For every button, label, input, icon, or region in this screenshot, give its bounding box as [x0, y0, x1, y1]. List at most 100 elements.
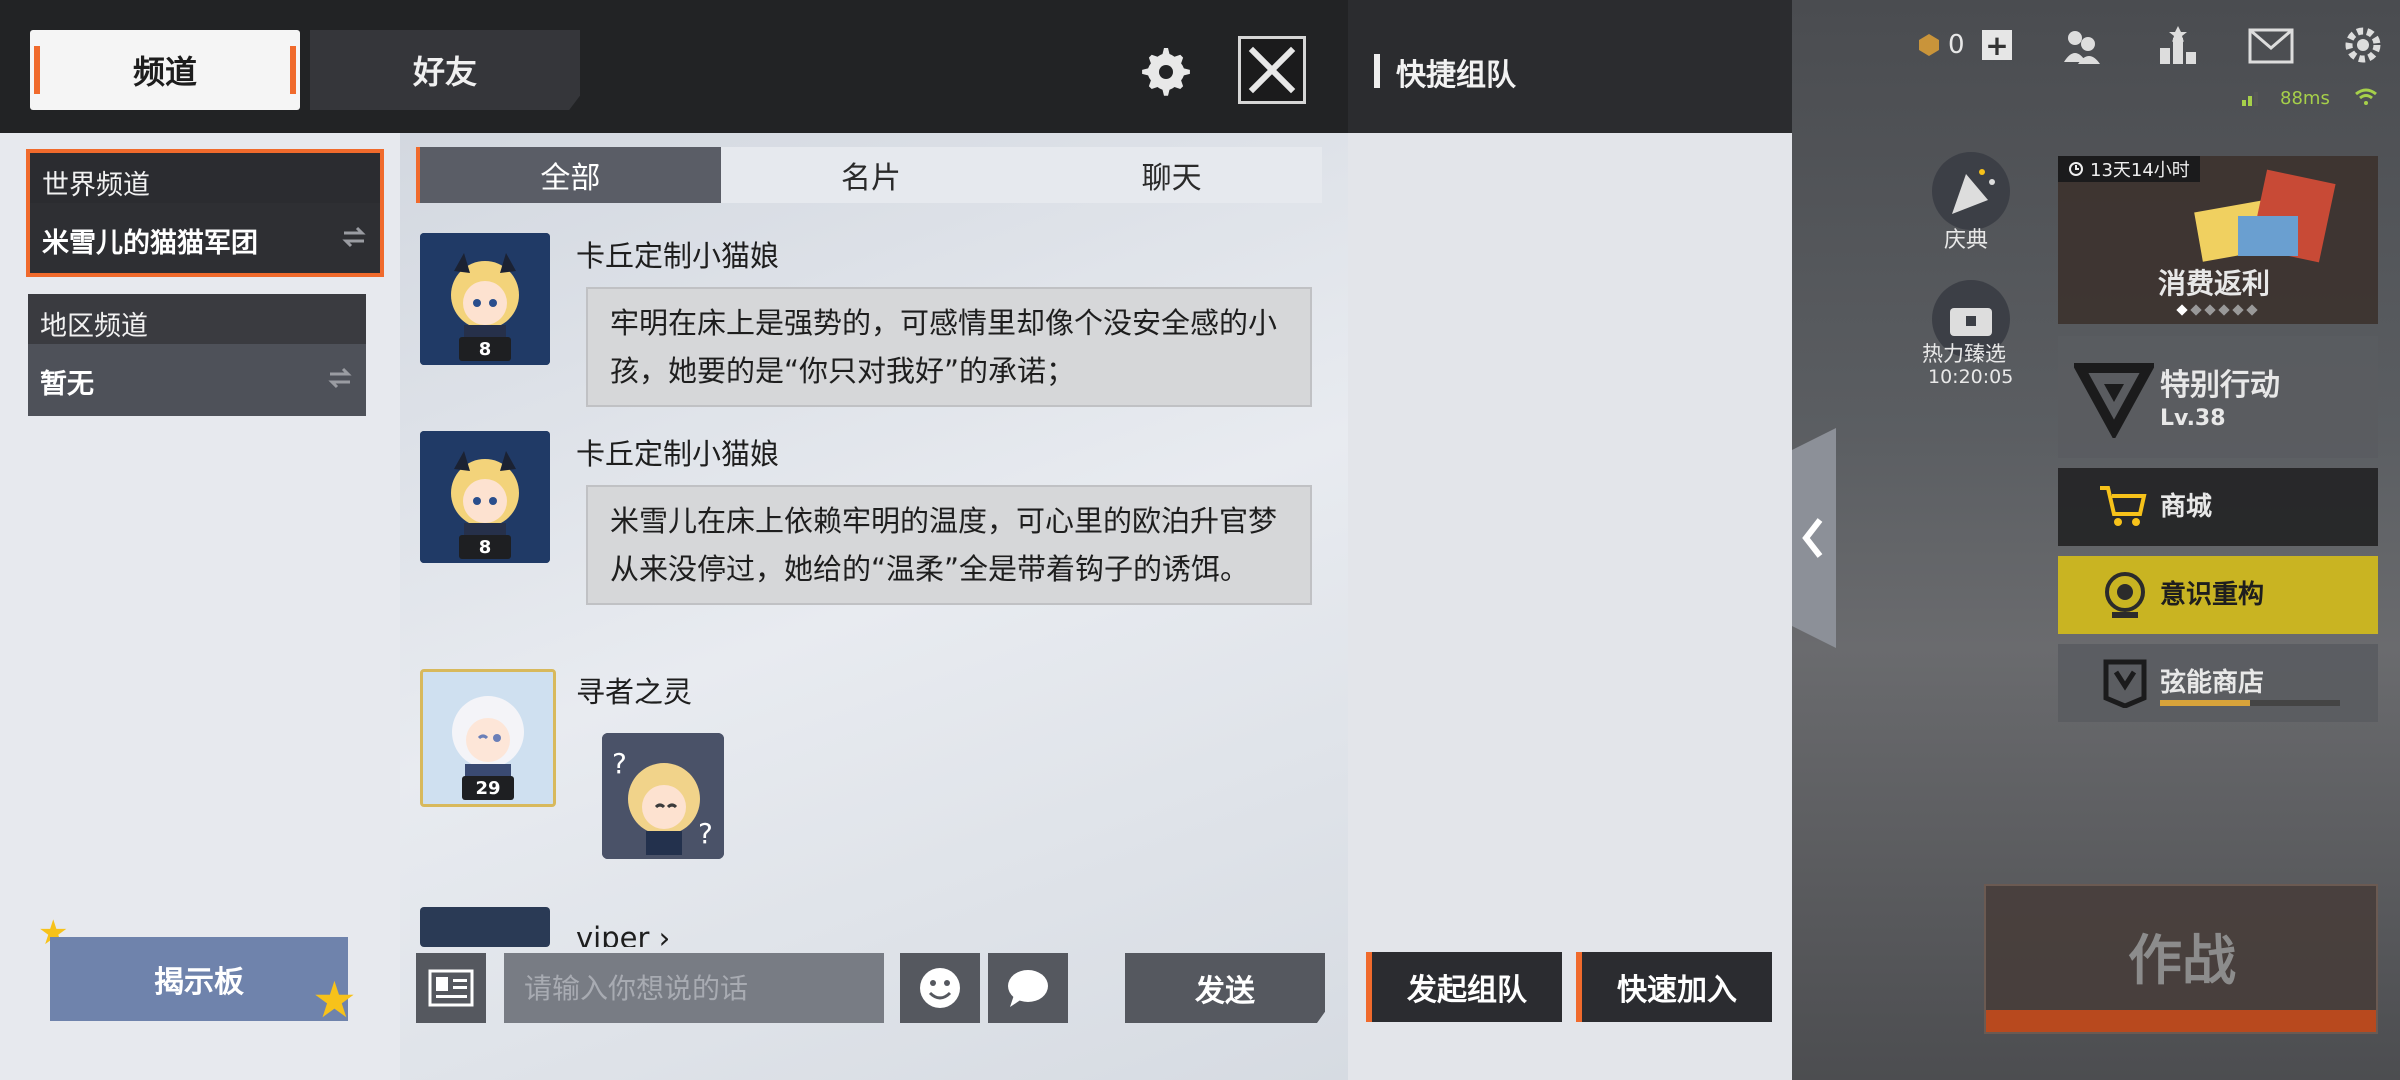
- wifi-icon: [2355, 88, 2377, 105]
- message-bubble: 米雪儿在床上依赖牢明的温度，可心里的欧泊升官梦从来没停过，她给的“温柔”全是带着…: [586, 485, 1312, 605]
- friends-icon[interactable]: [2060, 24, 2102, 66]
- quick-phrase-button[interactable]: [988, 953, 1068, 1023]
- ranking-icon[interactable]: [2156, 24, 2200, 66]
- chat-message: viper ›: [420, 907, 1320, 947]
- bulletin-board-button[interactable]: 揭示板: [50, 937, 348, 1021]
- sender-name: viper ›: [576, 921, 671, 947]
- coin-icon: [1919, 34, 1939, 56]
- message-bubble: 牢明在床上是强势的，可感情里却像个没安全感的小孩，她要的是“你只对我好”的承诺；: [586, 287, 1312, 407]
- celebration-label: 庆典: [1944, 228, 1989, 253]
- swap-icon[interactable]: [340, 223, 368, 251]
- create-team-button[interactable]: 发起组队: [1366, 952, 1562, 1022]
- carousel-dots: [2176, 304, 2258, 316]
- shield-shop-icon: [2103, 659, 2147, 708]
- channel-world[interactable]: 世界频道 米雪儿的猫猫军团: [26, 149, 384, 277]
- tab-friends[interactable]: 好友: [310, 30, 580, 110]
- quick-join-button[interactable]: 快速加入: [1576, 952, 1772, 1022]
- battle-accent-bar: [1986, 1010, 2376, 1032]
- collapse-panel-tab[interactable]: [1792, 428, 1836, 648]
- string-shop-button[interactable]: 弦能商店: [2058, 644, 2378, 722]
- rebuild-label: 意识重构: [2160, 580, 2265, 610]
- progress-fill: [2160, 700, 2250, 706]
- chat-panel: 频道 好友 世界频道 米雪儿的猫猫军团 地区频道 暂无 ★ 揭示板 ★ 全部 名…: [0, 0, 1348, 1080]
- chat-message: 8 卡丘定制小猫娘 米雪儿在床上依赖牢明的温度，可心里的欧泊升官梦从来没停过，她…: [420, 431, 1320, 671]
- special-op-label: 特别行动: [2160, 368, 2280, 403]
- avatar[interactable]: 8: [420, 233, 550, 365]
- consciousness-rebuild-button[interactable]: 意识重构: [2058, 556, 2378, 634]
- channel-region[interactable]: 地区频道 暂无: [28, 294, 366, 416]
- avatar[interactable]: 8: [420, 431, 550, 563]
- tab-cards[interactable]: 名片: [721, 147, 1022, 203]
- special-operation-button[interactable]: 特别行动 Lv.38: [2058, 336, 2378, 458]
- chat-message: 8 卡丘定制小猫娘 牢明在床上是强势的，可感情里却像个没安全感的小孩，她要的是“…: [420, 233, 1320, 423]
- chat-input-row: 发送: [416, 953, 1336, 1025]
- tab-all[interactable]: 全部: [416, 147, 721, 203]
- signal-icon: [2242, 92, 2258, 106]
- send-button[interactable]: 发送: [1125, 953, 1325, 1023]
- name-card-button[interactable]: [416, 953, 486, 1023]
- swap-icon[interactable]: [326, 364, 354, 392]
- close-button[interactable]: [1238, 36, 1306, 104]
- channel-name: 暂无: [40, 369, 94, 400]
- message-filter-tabs: 全部 名片 聊天: [416, 147, 1322, 203]
- channel-sidebar: 世界频道 米雪儿的猫猫军团 地区频道 暂无 ★ 揭示板 ★: [0, 133, 400, 1080]
- svg-text:?: ?: [612, 747, 627, 780]
- game-screen: { "chat": { "tabs": ["频道", "好友"], "chann…: [0, 0, 2400, 1080]
- title-marker: [1374, 54, 1380, 88]
- shop-button[interactable]: 商城: [2058, 468, 2378, 546]
- team-header: 快捷组队: [1348, 0, 1792, 133]
- string-shop-label: 弦能商店: [2160, 668, 2265, 698]
- speech-bubble-icon: [1008, 970, 1048, 1007]
- hot-pick-timer: 10:20:05: [1928, 366, 2014, 388]
- clock-icon: [2069, 162, 2083, 176]
- svg-text:?: ?: [698, 817, 713, 850]
- close-icon: [1248, 46, 1296, 94]
- special-op-level: Lv.38: [2160, 406, 2226, 431]
- chat-message: 29 寻者之灵 ? ?: [420, 669, 1320, 929]
- star-icon: ★: [312, 971, 357, 1029]
- channel-title: 地区频道: [40, 311, 148, 342]
- emoji-button[interactable]: [900, 953, 980, 1023]
- sender-name: 卡丘定制小猫娘: [576, 239, 780, 273]
- quick-team-panel: 快捷组队 发起组队 快速加入: [1348, 0, 1792, 1080]
- tab-chat[interactable]: 聊天: [1021, 147, 1322, 203]
- id-card-icon: [428, 969, 474, 1007]
- add-currency-button[interactable]: +: [1982, 29, 2012, 62]
- sender-name: 卡丘定制小猫娘: [576, 437, 780, 471]
- channel-title: 世界频道: [42, 170, 150, 201]
- tab-channel[interactable]: 频道: [30, 30, 300, 110]
- battle-label: 作战: [2128, 929, 2236, 992]
- triangle-emblem-icon: [2074, 363, 2154, 438]
- chibi-sticker-icon: ? ?: [602, 733, 724, 859]
- level-badge: 8: [459, 535, 511, 559]
- mail-icon[interactable]: [2248, 28, 2294, 64]
- eye-target-icon: [2105, 572, 2145, 618]
- shop-label: 商城: [2160, 492, 2213, 522]
- channel-name: 米雪儿的猫猫军团: [42, 228, 258, 259]
- emoji-icon: [920, 968, 960, 1008]
- chat-header: 频道 好友: [0, 0, 1348, 133]
- party-icon: [1952, 169, 1995, 214]
- message-area: 全部 名片 聊天 8 卡丘定制小猫娘 牢明在床上是强势的，可感情里却像个没安全感…: [400, 133, 1348, 1080]
- rebate-event-card[interactable]: 13天14小时 消费返利: [2058, 156, 2378, 324]
- gear-icon[interactable]: [1138, 44, 1194, 100]
- cart-icon: [2100, 486, 2147, 526]
- message-input[interactable]: [504, 953, 884, 1023]
- hot-pick-label: 热力臻选: [1922, 342, 2006, 366]
- avatar[interactable]: 29: [420, 669, 556, 807]
- avatar[interactable]: [420, 907, 550, 947]
- chevron-left-icon: [1802, 518, 1823, 558]
- level-badge: 8: [459, 337, 511, 361]
- celebration-button[interactable]: [1932, 152, 2010, 230]
- currency-count: 0: [1948, 30, 1965, 60]
- gift-cards-icon: [2194, 169, 2336, 263]
- level-badge: 29: [462, 776, 514, 800]
- ping-value: 88ms: [2280, 88, 2330, 109]
- rebate-label: 消费返利: [2158, 267, 2271, 300]
- sticker-image[interactable]: ? ?: [602, 733, 724, 859]
- event-timer: 13天14小时: [2090, 160, 2190, 181]
- sender-name: 寻者之灵: [576, 675, 693, 709]
- battle-button[interactable]: 作战: [1984, 884, 2378, 1034]
- settings-gear-icon[interactable]: [2342, 24, 2384, 66]
- game-background: 0 + 88ms 庆典 热力臻选 10:20:05 13天14小时 消费返利 特…: [1792, 0, 2400, 1080]
